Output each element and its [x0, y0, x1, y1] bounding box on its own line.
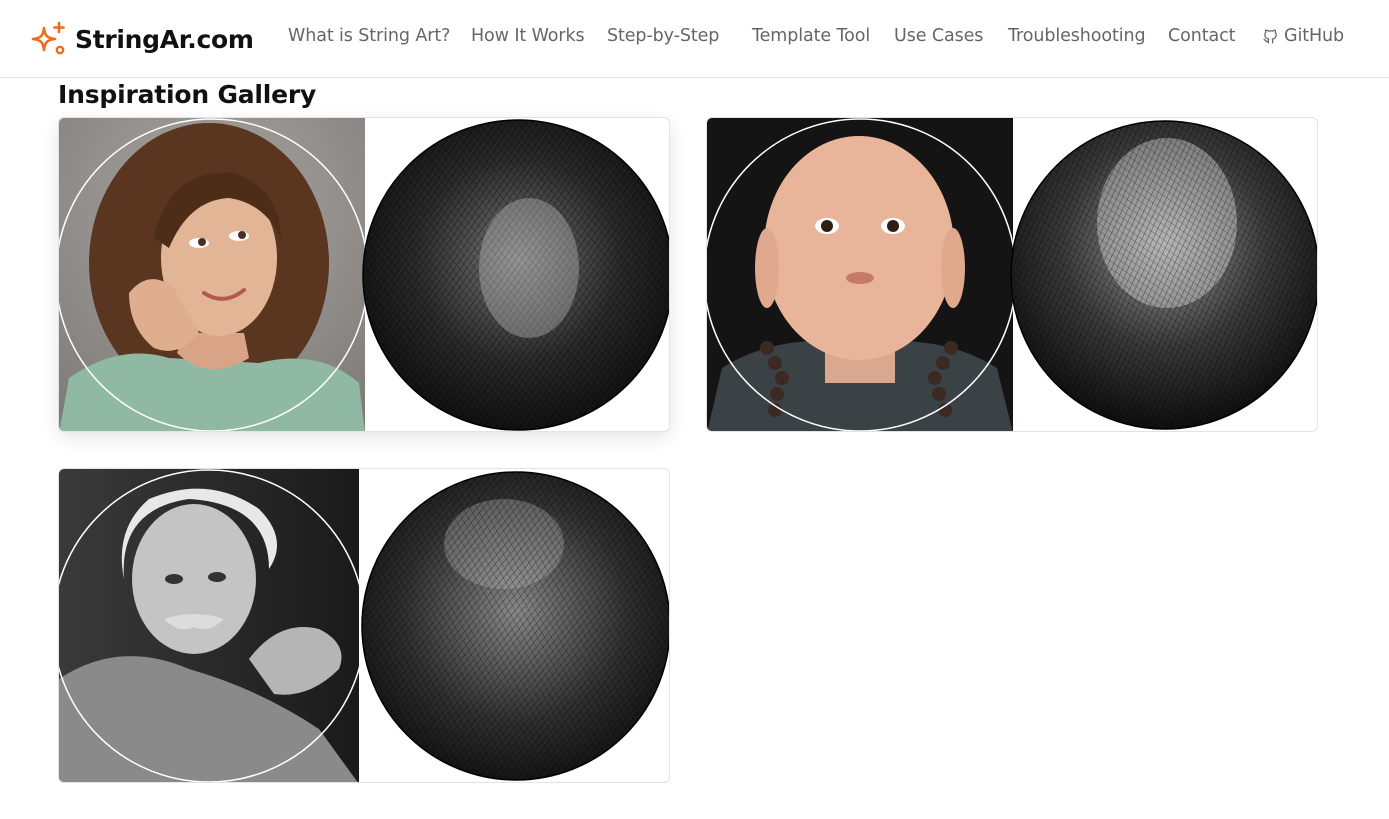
- gallery-card-woman[interactable]: [58, 117, 670, 432]
- woman-photo: [59, 118, 365, 431]
- baby-monk-photo: [707, 118, 1013, 431]
- gallery-card-baby-monk-graphic: [707, 118, 1317, 431]
- gallery-card-einstein[interactable]: [58, 468, 670, 783]
- nav-template-tool[interactable]: Template Tool: [752, 26, 870, 46]
- baby-monk-string-art: [1010, 120, 1317, 430]
- nav-how-it-works[interactable]: How It Works: [471, 26, 585, 46]
- nav-contact[interactable]: Contact: [1168, 26, 1235, 46]
- nav-what-is-string-art[interactable]: What is String Art?: [288, 26, 450, 46]
- nav-github-label: GitHub: [1284, 26, 1345, 46]
- gallery-card-woman-graphic: [59, 118, 669, 431]
- nav-github[interactable]: GitHub: [1262, 26, 1344, 46]
- woman-string-art: [362, 119, 669, 431]
- github-icon: [1263, 29, 1277, 44]
- nav-step-by-step[interactable]: Step-by-Step: [607, 26, 719, 46]
- einstein-photo: [59, 469, 359, 782]
- einstein-string-art: [361, 471, 669, 781]
- nav-use-cases[interactable]: Use Cases: [894, 26, 983, 46]
- nav-troubleshooting[interactable]: Troubleshooting: [1008, 26, 1146, 46]
- navbar: StringAr.com What is String Art? How It …: [0, 0, 1389, 78]
- gallery-card-einstein-graphic: [59, 469, 669, 782]
- gallery-title: Inspiration Gallery: [58, 80, 317, 109]
- gallery-card-baby-monk[interactable]: [706, 117, 1318, 432]
- nav-menu: What is String Art? How It Works Step-by…: [0, 0, 1389, 78]
